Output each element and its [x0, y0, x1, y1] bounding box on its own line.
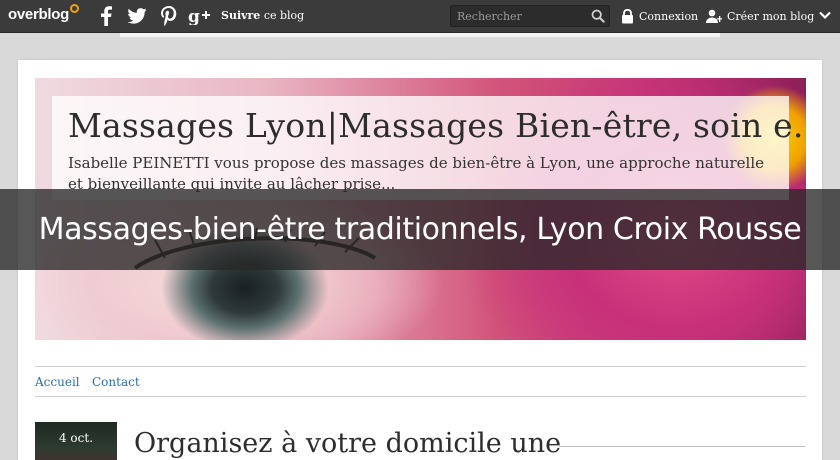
- post-title[interactable]: Organisez à votre domicile une: [134, 428, 561, 459]
- post-date: 4 oct.: [58, 431, 94, 445]
- facebook-icon[interactable]: [95, 5, 117, 27]
- svg-text:g: g: [188, 7, 200, 25]
- follow-rest: ce blog: [263, 9, 305, 22]
- twitter-icon[interactable]: [126, 5, 148, 27]
- chevron-down-icon[interactable]: [818, 8, 832, 22]
- follow-blog-link[interactable]: Suivre ce blog: [221, 9, 304, 22]
- follow-strong: Suivre: [221, 9, 261, 22]
- site-title[interactable]: Massages Lyon|Massages Bien-être, soin e…: [68, 106, 806, 145]
- search-box: [450, 5, 610, 27]
- logo-text: overblog: [8, 6, 69, 23]
- overlay-caption: Massages-bien-être traditionnels, Lyon C…: [0, 189, 840, 270]
- post-thumbnail[interactable]: 4 oct.: [35, 422, 117, 460]
- login-label: Connexion: [639, 10, 699, 23]
- sidebar-divider: [559, 446, 805, 447]
- create-blog-label: Créer mon blog: [727, 10, 815, 23]
- top-bar: overblog g Suivre ce blog Connexion Crée…: [0, 0, 840, 33]
- title-panel: Massages Lyon|Massages Bien-être, soin e…: [52, 96, 806, 200]
- pinterest-icon[interactable]: [158, 5, 180, 27]
- google-plus-icon[interactable]: g: [187, 5, 213, 27]
- nav-item-contact[interactable]: Contact: [92, 375, 140, 389]
- nav-item-accueil[interactable]: Accueil: [35, 375, 80, 389]
- search-input[interactable]: [457, 8, 587, 24]
- logo-dot-icon: [69, 4, 79, 13]
- main-nav: Accueil Contact: [35, 366, 806, 397]
- top-strip: [120, 33, 720, 37]
- create-blog-link[interactable]: Créer mon blog: [706, 9, 814, 24]
- lock-icon: [622, 9, 633, 24]
- login-link[interactable]: Connexion: [621, 9, 698, 24]
- user-add-icon: [706, 9, 722, 23]
- overblog-logo[interactable]: overblog: [8, 4, 79, 28]
- search-icon[interactable]: [591, 9, 605, 23]
